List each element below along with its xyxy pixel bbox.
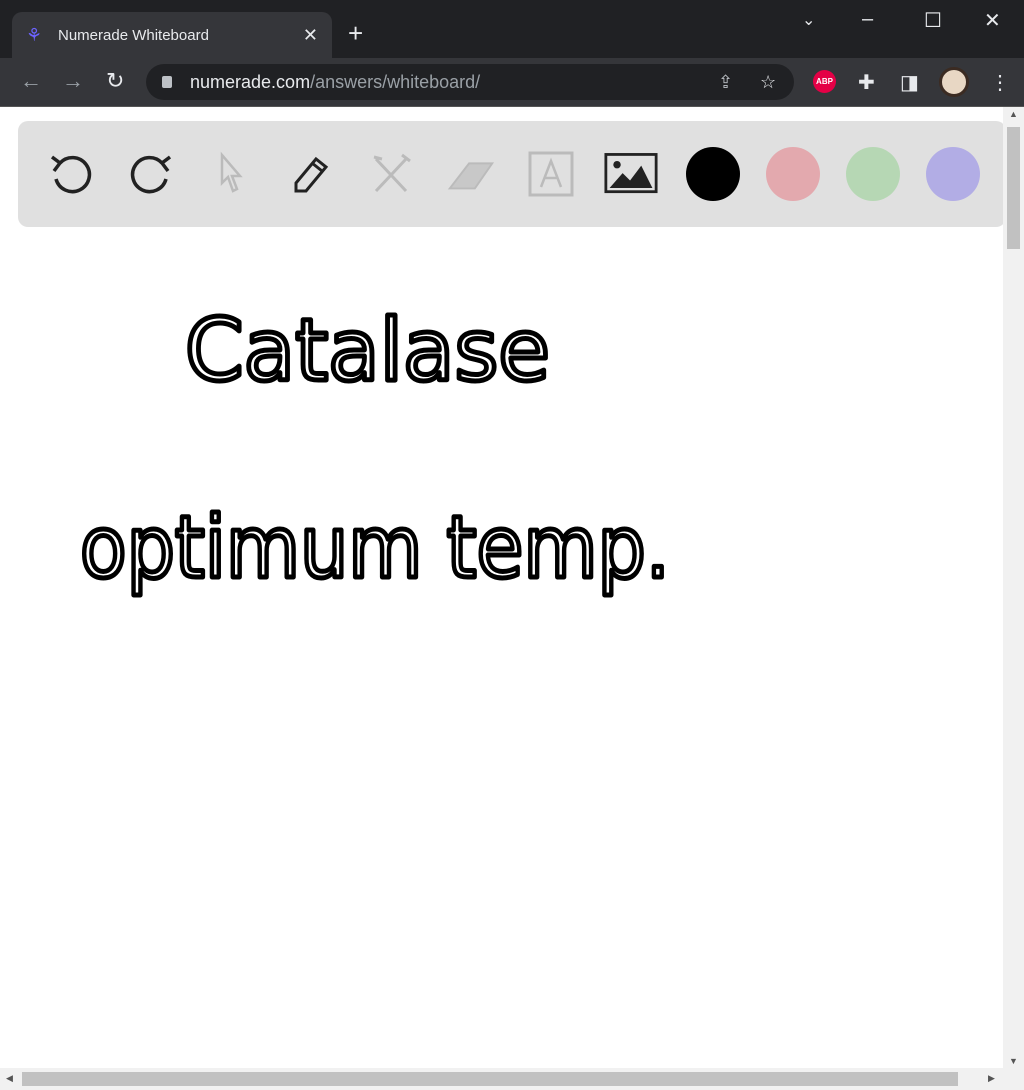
bookmark-star-icon[interactable]: ☆ <box>760 72 776 93</box>
url-input[interactable]: numerade.com/answers/whiteboard/ ⇪ ☆ <box>146 64 794 100</box>
undo-icon[interactable] <box>44 147 98 201</box>
profile-avatar[interactable] <box>939 67 969 97</box>
tab-search-icon[interactable]: ⌄ <box>802 10 815 30</box>
vertical-scrollbar[interactable]: ▲ ▼ <box>1003 107 1024 1068</box>
browser-tab[interactable]: ⚘ Numerade Whiteboard ✕ <box>12 12 332 58</box>
tab-bar: ⚘ Numerade Whiteboard ✕ + ⌄ – ☐ ✕ <box>0 0 1024 58</box>
scroll-up-arrow-icon[interactable]: ▲ <box>1009 109 1018 119</box>
new-tab-button[interactable]: + <box>348 18 363 48</box>
scroll-right-arrow-icon[interactable]: ▶ <box>988 1073 995 1084</box>
image-icon[interactable] <box>604 147 658 201</box>
extensions-puzzle-icon[interactable]: ✚ <box>858 70 875 95</box>
select-icon[interactable] <box>204 147 258 201</box>
scroll-left-arrow-icon[interactable]: ◀ <box>6 1073 13 1084</box>
handwritten-optimum-temp: optimum temp. <box>80 498 670 598</box>
lock-icon <box>162 76 172 88</box>
address-bar-row: ← → ↻ numerade.com/answers/whiteboard/ ⇪… <box>0 58 1024 107</box>
adblock-extension-icon[interactable]: ABP <box>813 70 836 93</box>
scroll-down-arrow-icon[interactable]: ▼ <box>1009 1056 1018 1066</box>
url-host: numerade.com <box>190 71 311 92</box>
vertical-scroll-thumb[interactable] <box>1007 127 1020 249</box>
pen-icon[interactable] <box>284 147 338 201</box>
url-path: /answers/whiteboard/ <box>310 71 481 92</box>
side-panel-icon[interactable]: ◨ <box>900 70 919 95</box>
menu-kebab-icon[interactable]: ⋮ <box>990 70 1010 95</box>
back-button[interactable]: ← <box>20 68 42 94</box>
share-icon[interactable]: ⇪ <box>718 72 733 93</box>
forward-button[interactable]: → <box>62 68 84 94</box>
close-window-button[interactable]: ✕ <box>984 8 1001 33</box>
reload-button[interactable]: ↻ <box>106 68 124 94</box>
color-pink-swatch[interactable] <box>766 147 820 201</box>
tools-icon[interactable] <box>364 147 418 201</box>
close-tab-icon[interactable]: ✕ <box>303 25 318 46</box>
color-purple-swatch[interactable] <box>926 147 980 201</box>
text-icon[interactable] <box>524 147 578 201</box>
color-green-swatch[interactable] <box>846 147 900 201</box>
minimize-button[interactable]: – <box>862 8 873 31</box>
whiteboard-toolbar <box>18 121 1006 227</box>
horizontal-scrollbar[interactable]: ◀ ▶ <box>0 1068 1024 1090</box>
redo-icon[interactable] <box>124 147 178 201</box>
tab-title: Numerade Whiteboard <box>58 26 209 44</box>
numerade-logo-icon: ⚘ <box>26 25 43 45</box>
handwritten-catalase: Catalase <box>185 301 550 401</box>
eraser-icon[interactable] <box>444 147 498 201</box>
drawing-canvas[interactable]: Catalase optimum temp. <box>0 227 1003 1068</box>
horizontal-scroll-thumb[interactable] <box>22 1072 958 1086</box>
maximize-button[interactable]: ☐ <box>924 8 942 33</box>
color-black-swatch[interactable] <box>686 147 740 201</box>
